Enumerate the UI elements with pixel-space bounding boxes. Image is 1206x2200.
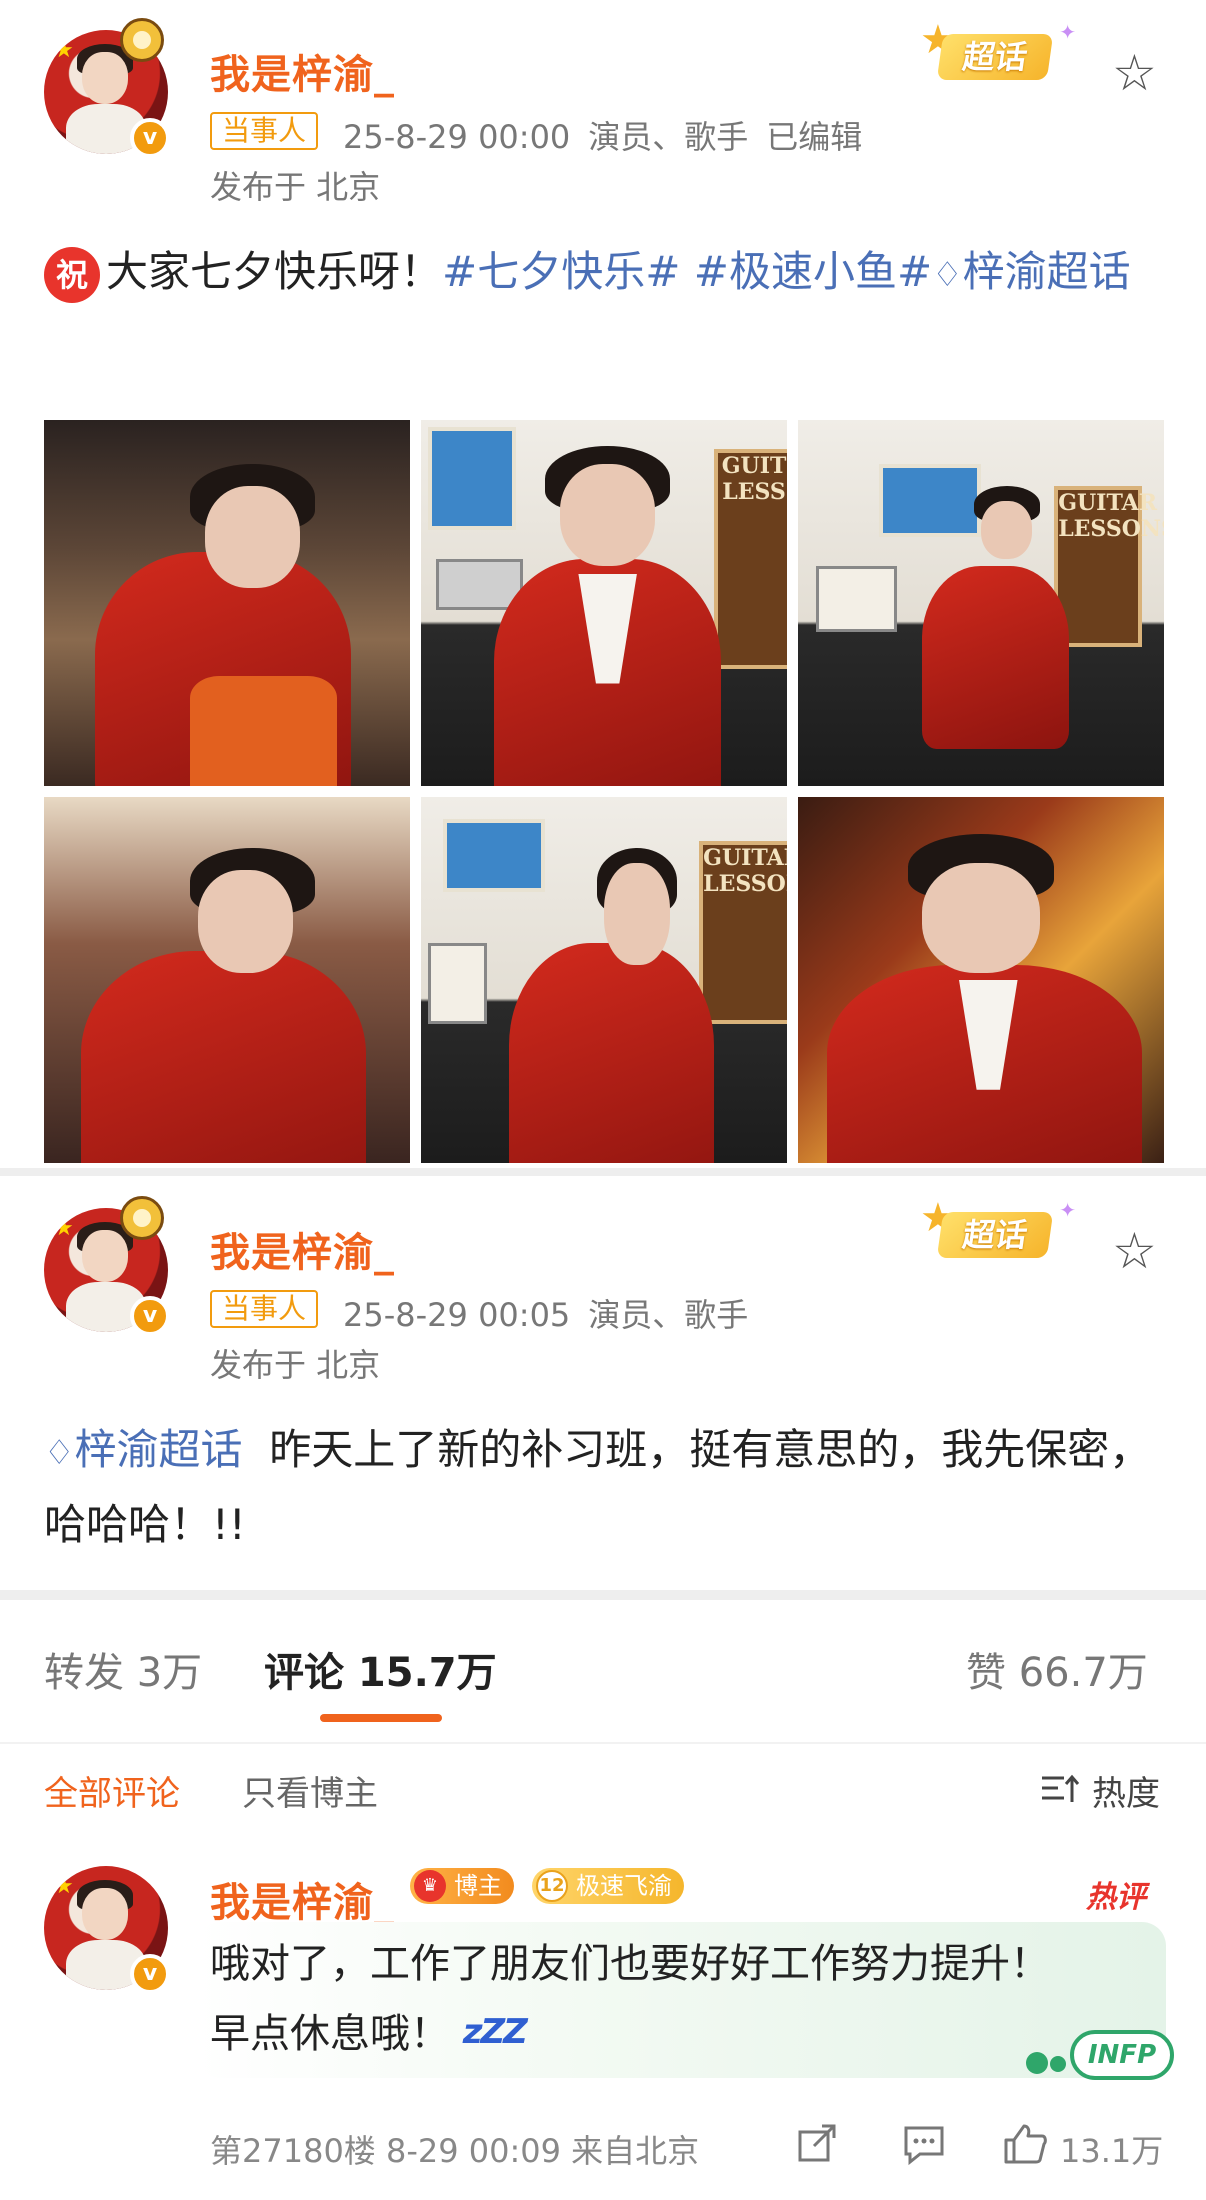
topic-link[interactable]: 梓渝超话: [963, 247, 1131, 296]
verified-icon: v: [130, 1296, 170, 1336]
comment-filter-bar: 全部评论 只看博主 热度: [0, 1742, 1206, 1832]
post-body: 祝大家七夕快乐呀！#七夕快乐# #极速小鱼#♢梓渝超话: [44, 236, 1164, 311]
filter-all-comments[interactable]: 全部评论: [44, 1766, 180, 1815]
verified-icon: v: [130, 118, 170, 158]
hot-comment-tag: 热评: [1086, 1880, 1146, 1915]
comment-line-2: 早点休息哦！: [210, 2011, 450, 2057]
commenter-name[interactable]: 我是梓渝_: [210, 1870, 395, 1928]
celebrate-emoji-icon: 祝: [44, 246, 100, 303]
fan-level-icon: 12: [536, 1870, 568, 1902]
fan-level-badge[interactable]: 12 极速飞渝: [532, 1868, 684, 1904]
photo-5[interactable]: GUITARLESSONS: [421, 797, 787, 1163]
comment-floor-info: 第27180楼 8-29 00:09 来自北京: [210, 2132, 700, 2170]
sparkle-icon: ✦: [1059, 20, 1076, 44]
crown-icon: ♛: [414, 1870, 446, 1902]
party-tag: 当事人: [210, 112, 319, 150]
post-location: 发布于 北京: [210, 1346, 381, 1384]
tab-repost[interactable]: 转发 3万: [44, 1640, 202, 1698]
verified-icon: v: [130, 1954, 170, 1994]
flag-star-icon: ★: [54, 1874, 74, 1899]
tab-comments[interactable]: 评论 15.7万: [264, 1640, 497, 1698]
share-icon[interactable]: [794, 2122, 842, 2166]
photo-6[interactable]: [798, 797, 1164, 1163]
diamond-icon: ♢: [44, 1433, 75, 1473]
avatar-pendant-icon: [120, 18, 164, 62]
post-time: 25-8-29 00:00: [343, 118, 571, 156]
like-thumb-icon[interactable]: [1002, 2122, 1050, 2166]
reply-comment-icon[interactable]: [900, 2122, 948, 2166]
hashtag-qixi[interactable]: #七夕快乐#: [442, 247, 680, 296]
author-roles: 演员、歌手: [588, 118, 749, 156]
party-tag: 当事人: [210, 1290, 319, 1328]
favorite-star-icon[interactable]: ☆: [1112, 48, 1157, 98]
favorite-star-icon[interactable]: ☆: [1112, 1226, 1157, 1276]
photo-2[interactable]: GUIT LESS: [421, 420, 787, 786]
post-location: 发布于 北京: [210, 168, 381, 206]
photo-4[interactable]: [44, 797, 410, 1163]
diamond-icon: ♢: [932, 255, 963, 295]
comment-footer: 第27180楼 8-29 00:09 来自北京 13.1万: [210, 2114, 1170, 2174]
avatar-pendant-icon: [120, 1196, 164, 1240]
post-divider: [0, 1168, 1206, 1176]
comment-line-1: 哦对了，工作了朋友们也要好好工作努力提升！: [210, 1941, 1050, 1987]
author-roles: 演员、歌手: [588, 1296, 749, 1334]
author-name[interactable]: 我是梓渝_: [210, 42, 395, 100]
infp-decoration: INFP: [1020, 2022, 1182, 2086]
weibo-post-2: ★ v 我是梓渝_ 当事人 25-8-29 00:05 演员、歌手 发布于 北京 …: [0, 1178, 1206, 1588]
comment-like-count: 13.1万: [1060, 2132, 1164, 2170]
post-body: ♢梓渝超话 昨天上了新的补习班，挺有意思的，我先保密，哈哈哈！!!: [44, 1414, 1164, 1561]
chaohua-badge[interactable]: ★ 超话 ✦: [920, 1198, 1076, 1268]
sort-hot[interactable]: 热度: [1092, 1766, 1160, 1815]
chaohua-badge[interactable]: ★ 超话 ✦: [920, 20, 1076, 90]
active-tab-indicator: [320, 1714, 442, 1722]
author-name[interactable]: 我是梓渝_: [210, 1220, 395, 1278]
photo-grid: GUITLESS GUITARLESSONS GUITARLESSONS: [44, 420, 1164, 1164]
flag-star-icon: ★: [54, 38, 74, 63]
topic-link[interactable]: 梓渝超话: [74, 1425, 242, 1474]
post-time: 25-8-29 00:05: [343, 1296, 571, 1334]
sort-icon[interactable]: [1040, 1774, 1080, 1804]
tab-likes[interactable]: 赞 66.7万: [966, 1640, 1148, 1698]
section-divider: [0, 1590, 1206, 1600]
edited-label: 已编辑: [766, 118, 863, 156]
infp-icon: INFP: [1070, 2030, 1174, 2080]
post-text-main: 大家七夕快乐呀！: [106, 247, 443, 296]
post-meta: 25-8-29 00:00 演员、歌手 已编辑: [343, 112, 862, 158]
photo-3[interactable]: GUITARLESSONS: [798, 420, 1164, 786]
filter-author-only[interactable]: 只看博主: [242, 1766, 378, 1815]
weibo-post-1: ★ v 我是梓渝_ 当事人 25-8-29 00:00 演员、歌手 已编辑 发布于 …: [0, 0, 1206, 1170]
comment-text: 哦对了，工作了朋友们也要好好工作努力提升！ 早点休息哦！ zZZ: [210, 1930, 1160, 2068]
comment-item: ★ v 我是梓渝_ ♛ 博主 12 极速飞渝 热评 哦对了，工作了朋友们也要好好工作…: [0, 1832, 1206, 2200]
interaction-tabs: 转发 3万 评论 15.7万 赞 66.7万: [0, 1600, 1206, 1740]
sleep-zzz-icon: zZZ: [462, 2012, 528, 2052]
hashtag-jisu[interactable]: #极速小鱼#: [694, 247, 932, 296]
photo-1[interactable]: [44, 420, 410, 786]
flag-star-icon: ★: [54, 1216, 74, 1241]
sparkle-icon: ✦: [1059, 1198, 1076, 1222]
post-meta: 25-8-29 00:05 演员、歌手: [343, 1290, 748, 1336]
author-badge: ♛ 博主: [410, 1868, 514, 1904]
